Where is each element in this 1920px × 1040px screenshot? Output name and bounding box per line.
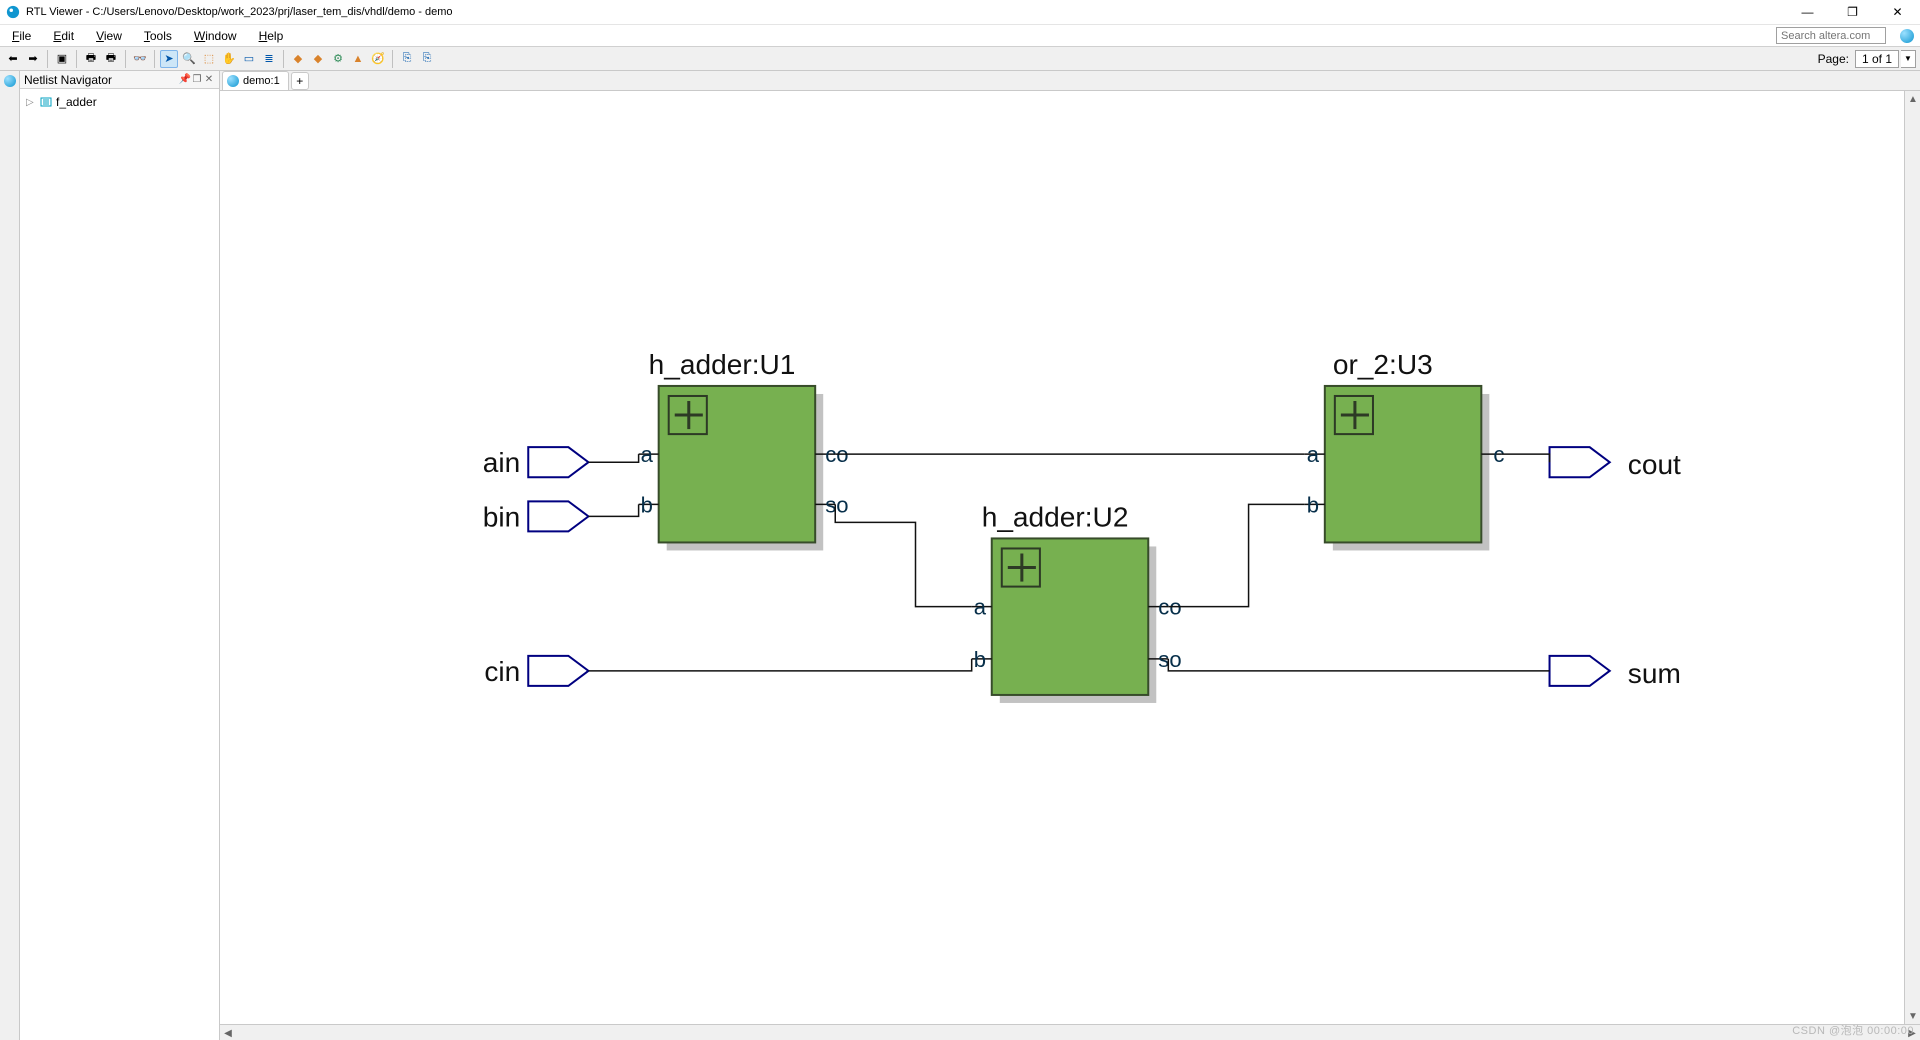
group-button[interactable]: ≣ bbox=[260, 50, 278, 68]
vscroll-up-icon[interactable]: ▲ bbox=[1905, 91, 1920, 107]
print2-button[interactable]: 🖶 bbox=[102, 50, 120, 68]
menu-file[interactable]: FFileile bbox=[6, 27, 37, 45]
pin-bin[interactable] bbox=[528, 501, 588, 531]
svg-text:a: a bbox=[1307, 442, 1320, 467]
tab-label: demo:1 bbox=[243, 75, 280, 87]
tab-icon bbox=[227, 75, 239, 87]
highlight1-button[interactable]: ◆ bbox=[289, 50, 307, 68]
svg-text:cin: cin bbox=[484, 656, 520, 687]
module-icon bbox=[40, 96, 52, 108]
netlist-navigator-panel: Netlist Navigator 📌 ❐ ✕ ▷ f_adder bbox=[20, 71, 220, 1040]
settings-button[interactable]: ⚙ bbox=[329, 50, 347, 68]
window-title: RTL Viewer - C:/Users/Lenovo/Desktop/wor… bbox=[26, 6, 453, 18]
panel-close-button[interactable]: ✕ bbox=[203, 74, 215, 86]
pointer-tool-button[interactable]: ➤ bbox=[160, 50, 178, 68]
svg-text:a: a bbox=[974, 595, 987, 620]
svg-text:ain: ain bbox=[483, 447, 520, 478]
svg-text:b: b bbox=[641, 492, 653, 517]
nav-fwd-button[interactable]: ➡ bbox=[24, 50, 42, 68]
search-orb-icon[interactable] bbox=[1900, 29, 1914, 43]
hand-tool-button[interactable]: ✋ bbox=[220, 50, 238, 68]
hscroll-left-icon[interactable]: ◀ bbox=[220, 1025, 236, 1040]
svg-text:b: b bbox=[1307, 492, 1319, 517]
panel-float-button[interactable]: ❐ bbox=[191, 74, 203, 86]
zoom-tool-button[interactable]: 🔍 bbox=[180, 50, 198, 68]
menu-edit[interactable]: Edit bbox=[47, 27, 80, 45]
svg-text:so: so bbox=[825, 492, 848, 517]
tree-root-item[interactable]: ▷ f_adder bbox=[26, 93, 213, 111]
search-input[interactable] bbox=[1776, 27, 1886, 44]
area-select-button[interactable]: ⬚ bbox=[200, 50, 218, 68]
svg-text:a: a bbox=[641, 442, 654, 467]
block-u1-title: h_adder:U1 bbox=[649, 349, 796, 380]
minimize-button[interactable]: — bbox=[1785, 0, 1830, 25]
panel-pin-icon[interactable] bbox=[4, 75, 16, 87]
panel-title: Netlist Navigator bbox=[24, 73, 112, 87]
block-u3[interactable] bbox=[1325, 386, 1482, 543]
app-icon bbox=[6, 5, 20, 19]
pin-sum[interactable] bbox=[1550, 656, 1610, 686]
svg-text:bin: bin bbox=[483, 501, 520, 532]
maximize-button[interactable]: ❐ bbox=[1830, 0, 1875, 25]
select-mode-button[interactable]: ▭ bbox=[240, 50, 258, 68]
highlight2-button[interactable]: ◆ bbox=[309, 50, 327, 68]
page-indicator[interactable]: 1 of 1 bbox=[1855, 50, 1899, 68]
tab-add-button[interactable]: + bbox=[291, 72, 309, 90]
titlebar: RTL Viewer - C:/Users/Lenovo/Desktop/wor… bbox=[0, 0, 1920, 25]
panel-pin-button[interactable]: 📌 bbox=[179, 74, 191, 86]
page-label: Page: bbox=[1818, 52, 1853, 66]
locate-button[interactable]: 🧭 bbox=[369, 50, 387, 68]
block-u2-title: h_adder:U2 bbox=[982, 501, 1129, 532]
block-u2[interactable] bbox=[992, 538, 1149, 695]
filter-button[interactable]: ▲ bbox=[349, 50, 367, 68]
watermark: CSDN @泡泡 00:00:00 bbox=[1792, 1022, 1914, 1038]
zoom-fit-button[interactable]: ▣ bbox=[53, 50, 71, 68]
page-dropdown-button[interactable]: ▼ bbox=[1901, 50, 1916, 68]
block-u3-title: or_2:U3 bbox=[1333, 349, 1433, 380]
menu-window[interactable]: Window bbox=[188, 27, 243, 45]
svg-text:sum: sum bbox=[1628, 658, 1681, 689]
panel-body: ▷ f_adder bbox=[20, 89, 219, 1040]
tabbar: demo:1 + bbox=[220, 71, 1920, 91]
export1-button[interactable]: ⎘ bbox=[398, 50, 416, 68]
nav-back-button[interactable]: ⬅ bbox=[4, 50, 22, 68]
find-button[interactable]: 👓 bbox=[131, 50, 149, 68]
vertical-scrollbar[interactable]: ▲ ▼ bbox=[1904, 91, 1920, 1024]
schematic-canvas[interactable]: h_adder:U1 a b co so h_adder:U2 a b co s… bbox=[220, 91, 1920, 1024]
menubar: FFileile Edit View Tools Window Help bbox=[0, 25, 1920, 47]
print-button[interactable]: 🖶 bbox=[82, 50, 100, 68]
panel-header: Netlist Navigator 📌 ❐ ✕ bbox=[20, 71, 219, 89]
pin-cout[interactable] bbox=[1550, 447, 1610, 477]
tree-expand-icon[interactable]: ▷ bbox=[26, 97, 36, 108]
toolbar: ⬅ ➡ ▣ 🖶 🖶 👓 ➤ 🔍 ⬚ ✋ ▭ ≣ ◆ ◆ ⚙ ▲ 🧭 ⎘ ⎘ Pa… bbox=[0, 47, 1920, 71]
svg-text:b: b bbox=[974, 647, 986, 672]
horizontal-scrollbar[interactable]: ◀ ▶ bbox=[220, 1024, 1920, 1040]
block-u1[interactable] bbox=[659, 386, 816, 543]
export2-button[interactable]: ⎘ bbox=[418, 50, 436, 68]
pin-ain[interactable] bbox=[528, 447, 588, 477]
svg-text:cout: cout bbox=[1628, 449, 1681, 480]
menu-view[interactable]: View bbox=[90, 27, 128, 45]
menu-tools[interactable]: Tools bbox=[138, 27, 178, 45]
left-gutter bbox=[0, 71, 20, 1040]
close-button[interactable]: ✕ bbox=[1875, 0, 1920, 25]
menu-help[interactable]: Help bbox=[253, 27, 290, 45]
pin-cin[interactable] bbox=[528, 656, 588, 686]
tab-demo[interactable]: demo:1 bbox=[222, 71, 289, 90]
tree-root-label: f_adder bbox=[56, 95, 97, 109]
svg-text:so: so bbox=[1158, 647, 1181, 672]
